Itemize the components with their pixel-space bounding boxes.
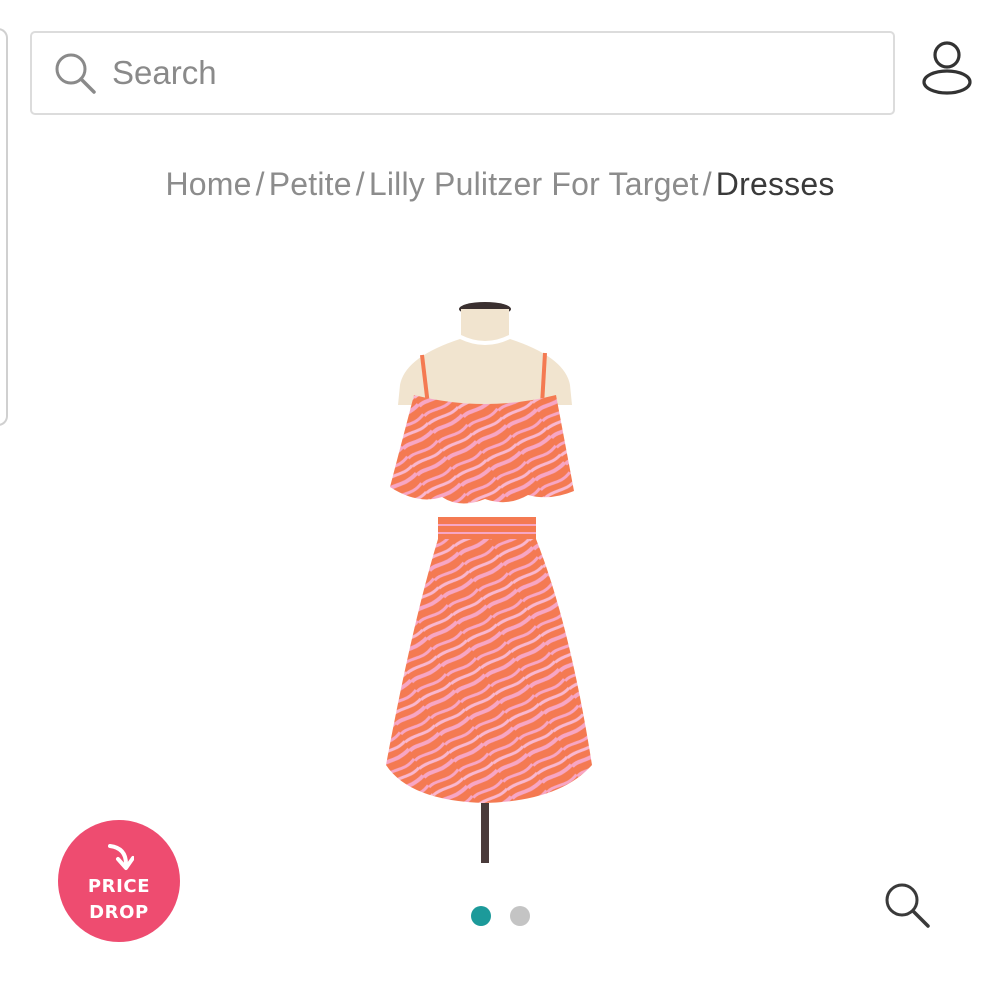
side-drawer-edge[interactable] <box>0 28 8 426</box>
carousel-dot-1[interactable] <box>471 906 491 926</box>
breadcrumb-separator: / <box>702 166 712 202</box>
product-page: Home/Petite/Lilly Pulitzer For Target/Dr… <box>0 0 1000 998</box>
breadcrumb: Home / Petite / Lilly Pulitzer For Target / Dr… <box>0 166 1000 203</box>
dress-on-mannequin-icon <box>386 302 592 863</box>
breadcrumb-separator: / <box>355 166 365 202</box>
account-button[interactable] <box>916 38 978 100</box>
price-drop-badge: PRICE DROP <box>58 820 180 942</box>
breadcrumb-brand[interactable]: Lilly Pulitzer For Target <box>369 166 699 202</box>
carousel-dot-2[interactable] <box>510 906 530 926</box>
zoom-button[interactable] <box>880 880 934 934</box>
user-icon <box>919 38 975 101</box>
breadcrumb-separator: / <box>255 166 265 202</box>
price-drop-line1: PRICE <box>87 876 151 897</box>
search-icon <box>52 50 98 96</box>
carousel-indicators <box>471 906 530 926</box>
search-input[interactable] <box>110 42 854 104</box>
product-image[interactable] <box>360 295 620 865</box>
search-bar[interactable] <box>30 31 895 115</box>
breadcrumb-petite[interactable]: Petite <box>269 166 352 202</box>
breadcrumb-current: Dresses <box>715 166 835 202</box>
arrow-down-icon <box>104 842 135 872</box>
magnifier-icon <box>882 880 932 935</box>
price-drop-line2: DROP <box>89 902 149 923</box>
breadcrumb-home[interactable]: Home <box>165 166 251 202</box>
